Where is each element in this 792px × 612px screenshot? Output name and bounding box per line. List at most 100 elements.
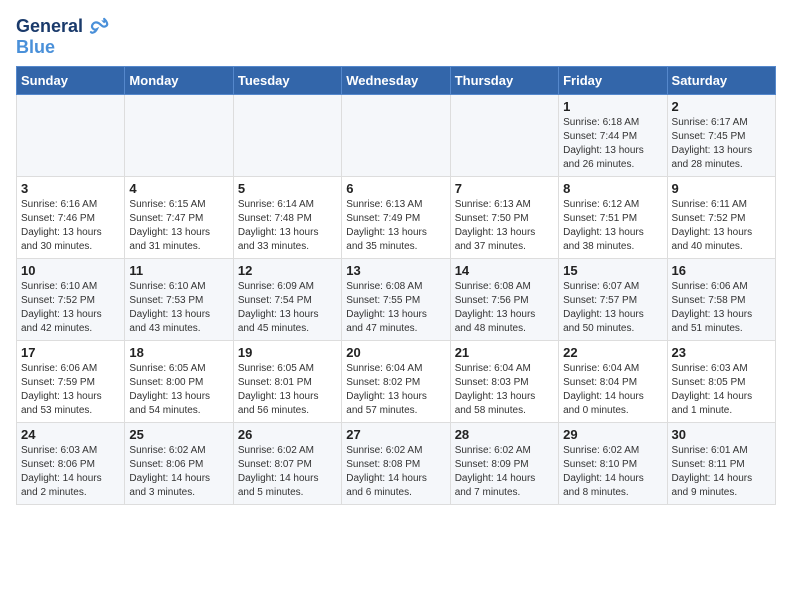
calendar-cell: 3Sunrise: 6:16 AM Sunset: 7:46 PM Daylig… [17, 176, 125, 258]
calendar-cell: 24 Sunrise: 6:03 AM Sunset: 8:06 PM Dayli… [17, 422, 125, 504]
day-number: 19 [238, 345, 337, 360]
cell-content: Sunrise: 6:13 AM Sunset: 7:49 PM Dayligh… [346, 198, 445, 254]
day-number: 7 [455, 181, 554, 196]
weekday-header: Friday [559, 66, 667, 94]
calendar-cell: 1 Sunrise: 6:18 AM Sunset: 7:44 PM Daylig… [559, 94, 667, 176]
calendar-cell: 4 Sunrise: 6:15 AM Sunset: 7:47 PM Daylig… [125, 176, 233, 258]
calendar-week-row: 10Sunrise: 6:10 AM Sunset: 7:52 PM Dayli… [17, 258, 776, 340]
cell-content: Sunrise: 6:01 AM Sunset: 8:11 PM Dayligh… [672, 444, 771, 500]
day-number: 24 [21, 427, 120, 442]
day-number: 3 [21, 181, 120, 196]
cell-content: Sunrise: 6:02 AM Sunset: 8:06 PM Dayligh… [129, 444, 228, 500]
day-number: 23 [672, 345, 771, 360]
cell-content: Sunrise: 6:12 AM Sunset: 7:51 PM Dayligh… [563, 198, 662, 254]
cell-content: Sunrise: 6:13 AM Sunset: 7:50 PM Dayligh… [455, 198, 554, 254]
weekday-header: Wednesday [342, 66, 450, 94]
calendar-week-row: 24 Sunrise: 6:03 AM Sunset: 8:06 PM Dayli… [17, 422, 776, 504]
day-number: 18 [129, 345, 228, 360]
cell-content: Sunrise: 6:04 AM Sunset: 8:04 PM Dayligh… [563, 362, 662, 418]
cell-content: Sunrise: 6:17 AM Sunset: 7:45 PM Dayligh… [672, 116, 771, 172]
cell-content: Sunrise: 6:04 AM Sunset: 8:03 PM Dayligh… [455, 362, 554, 418]
weekday-header: Monday [125, 66, 233, 94]
cell-content: Sunrise: 6:06 AM Sunset: 7:59 PM Dayligh… [21, 362, 120, 418]
calendar-cell: 9 Sunrise: 6:11 AM Sunset: 7:52 PM Daylig… [667, 176, 775, 258]
calendar-cell: 8 Sunrise: 6:12 AM Sunset: 7:51 PM Daylig… [559, 176, 667, 258]
day-number: 22 [563, 345, 662, 360]
calendar-cell: 2 Sunrise: 6:17 AM Sunset: 7:45 PM Daylig… [667, 94, 775, 176]
day-number: 5 [238, 181, 337, 196]
logo-general: General [16, 16, 110, 38]
calendar-cell: 25 Sunrise: 6:02 AM Sunset: 8:06 PM Dayli… [125, 422, 233, 504]
day-number: 15 [563, 263, 662, 278]
calendar-cell: 6 Sunrise: 6:13 AM Sunset: 7:49 PM Daylig… [342, 176, 450, 258]
calendar-cell [450, 94, 558, 176]
calendar-cell: 19 Sunrise: 6:05 AM Sunset: 8:01 PM Dayli… [233, 340, 341, 422]
cell-content: Sunrise: 6:15 AM Sunset: 7:47 PM Dayligh… [129, 198, 228, 254]
cell-content: Sunrise: 6:11 AM Sunset: 7:52 PM Dayligh… [672, 198, 771, 254]
calendar-cell [233, 94, 341, 176]
day-number: 1 [563, 99, 662, 114]
calendar-cell [342, 94, 450, 176]
cell-content: Sunrise: 6:03 AM Sunset: 8:05 PM Dayligh… [672, 362, 771, 418]
cell-content: Sunrise: 6:02 AM Sunset: 8:09 PM Dayligh… [455, 444, 554, 500]
calendar-cell: 30 Sunrise: 6:01 AM Sunset: 8:11 PM Dayli… [667, 422, 775, 504]
calendar-cell [17, 94, 125, 176]
calendar-cell: 14Sunrise: 6:08 AM Sunset: 7:56 PM Dayli… [450, 258, 558, 340]
day-number: 28 [455, 427, 554, 442]
day-number: 8 [563, 181, 662, 196]
calendar-cell: 17 Sunrise: 6:06 AM Sunset: 7:59 PM Dayli… [17, 340, 125, 422]
cell-content: Sunrise: 6:05 AM Sunset: 8:01 PM Dayligh… [238, 362, 337, 418]
calendar-cell: 26 Sunrise: 6:02 AM Sunset: 8:07 PM Dayli… [233, 422, 341, 504]
cell-content: Sunrise: 6:03 AM Sunset: 8:06 PM Dayligh… [21, 444, 120, 500]
logo-bird-icon [88, 16, 110, 38]
day-number: 20 [346, 345, 445, 360]
day-number: 17 [21, 345, 120, 360]
day-number: 25 [129, 427, 228, 442]
day-number: 14 [455, 263, 554, 278]
day-number: 2 [672, 99, 771, 114]
cell-content: Sunrise: 6:18 AM Sunset: 7:44 PM Dayligh… [563, 116, 662, 172]
calendar-cell: 22 Sunrise: 6:04 AM Sunset: 8:04 PM Dayli… [559, 340, 667, 422]
calendar-week-row: 17 Sunrise: 6:06 AM Sunset: 7:59 PM Dayli… [17, 340, 776, 422]
calendar-header-row: SundayMondayTuesdayWednesdayThursdayFrid… [17, 66, 776, 94]
day-number: 9 [672, 181, 771, 196]
cell-content: Sunrise: 6:02 AM Sunset: 8:10 PM Dayligh… [563, 444, 662, 500]
logo: General Blue [16, 16, 110, 58]
day-number: 27 [346, 427, 445, 442]
cell-content: Sunrise: 6:04 AM Sunset: 8:02 PM Dayligh… [346, 362, 445, 418]
calendar-week-row: 1 Sunrise: 6:18 AM Sunset: 7:44 PM Daylig… [17, 94, 776, 176]
calendar-cell: 5 Sunrise: 6:14 AM Sunset: 7:48 PM Daylig… [233, 176, 341, 258]
logo-blue: Blue [16, 38, 110, 58]
day-number: 13 [346, 263, 445, 278]
day-number: 26 [238, 427, 337, 442]
cell-content: Sunrise: 6:10 AM Sunset: 7:53 PM Dayligh… [129, 280, 228, 336]
calendar-cell: 18 Sunrise: 6:05 AM Sunset: 8:00 PM Dayli… [125, 340, 233, 422]
day-number: 30 [672, 427, 771, 442]
day-number: 6 [346, 181, 445, 196]
cell-content: Sunrise: 6:09 AM Sunset: 7:54 PM Dayligh… [238, 280, 337, 336]
cell-content: Sunrise: 6:06 AM Sunset: 7:58 PM Dayligh… [672, 280, 771, 336]
calendar-cell: 21 Sunrise: 6:04 AM Sunset: 8:03 PM Dayli… [450, 340, 558, 422]
cell-content: Sunrise: 6:08 AM Sunset: 7:55 PM Dayligh… [346, 280, 445, 336]
day-number: 4 [129, 181, 228, 196]
calendar-cell: 29 Sunrise: 6:02 AM Sunset: 8:10 PM Dayli… [559, 422, 667, 504]
day-number: 29 [563, 427, 662, 442]
day-number: 21 [455, 345, 554, 360]
cell-content: Sunrise: 6:10 AM Sunset: 7:52 PM Dayligh… [21, 280, 120, 336]
cell-content: Sunrise: 6:05 AM Sunset: 8:00 PM Dayligh… [129, 362, 228, 418]
cell-content: Sunrise: 6:07 AM Sunset: 7:57 PM Dayligh… [563, 280, 662, 336]
cell-content: Sunrise: 6:02 AM Sunset: 8:07 PM Dayligh… [238, 444, 337, 500]
day-number: 11 [129, 263, 228, 278]
calendar-cell: 27 Sunrise: 6:02 AM Sunset: 8:08 PM Dayli… [342, 422, 450, 504]
calendar-week-row: 3Sunrise: 6:16 AM Sunset: 7:46 PM Daylig… [17, 176, 776, 258]
cell-content: Sunrise: 6:14 AM Sunset: 7:48 PM Dayligh… [238, 198, 337, 254]
calendar-cell: 20 Sunrise: 6:04 AM Sunset: 8:02 PM Dayli… [342, 340, 450, 422]
calendar-cell: 16Sunrise: 6:06 AM Sunset: 7:58 PM Dayli… [667, 258, 775, 340]
calendar-cell: 23 Sunrise: 6:03 AM Sunset: 8:05 PM Dayli… [667, 340, 775, 422]
weekday-header: Tuesday [233, 66, 341, 94]
calendar-table: SundayMondayTuesdayWednesdayThursdayFrid… [16, 66, 776, 505]
day-number: 12 [238, 263, 337, 278]
weekday-header: Thursday [450, 66, 558, 94]
calendar-cell [125, 94, 233, 176]
cell-content: Sunrise: 6:02 AM Sunset: 8:08 PM Dayligh… [346, 444, 445, 500]
